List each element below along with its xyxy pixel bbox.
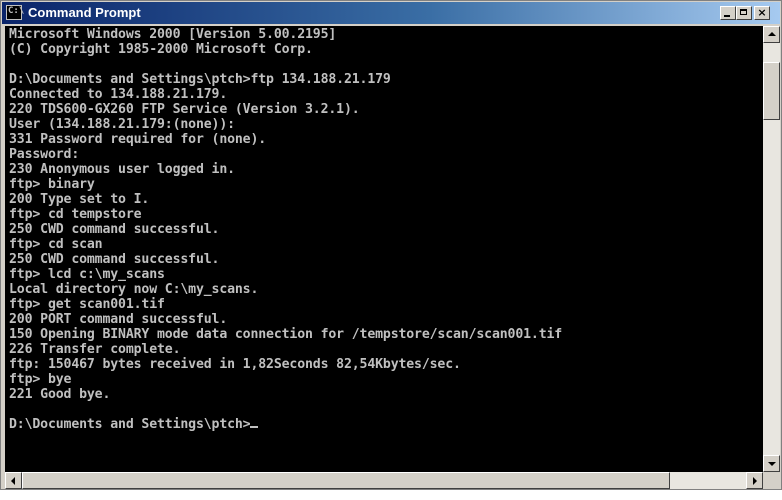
- console-line: User (134.188.21.179:(none)):: [9, 117, 235, 132]
- console-line: 150 Opening BINARY mode data connection …: [9, 327, 563, 342]
- minimize-icon: [724, 15, 730, 17]
- scroll-left-button[interactable]: [5, 472, 22, 489]
- scroll-down-button[interactable]: [763, 455, 780, 472]
- title-bar[interactable]: C:\ Command Prompt ×: [2, 2, 780, 24]
- console-line: 230 Anonymous user logged in.: [9, 162, 235, 177]
- console-line: ftp> get scan001.tif: [9, 297, 165, 312]
- cmd-icon[interactable]: C:\: [6, 5, 25, 20]
- close-button[interactable]: ×: [754, 6, 770, 20]
- arrow-left-icon: [11, 477, 15, 485]
- console-line: 226 Transfer complete.: [9, 342, 181, 357]
- window-title: Command Prompt: [28, 5, 141, 20]
- console-line: ftp> cd tempstore: [9, 207, 142, 222]
- console-line: 200 PORT command successful.: [9, 312, 228, 327]
- text-cursor: [250, 426, 259, 428]
- console-line: ftp> bye: [9, 372, 72, 387]
- maximize-button[interactable]: [736, 6, 752, 20]
- console-line: Password:: [9, 147, 80, 162]
- console-line: ftp: 150467 bytes received in 1,82Second…: [9, 357, 461, 372]
- maximize-icon: [740, 9, 747, 15]
- console-line: 220 TDS600-GX260 FTP Service (Version 3.…: [9, 102, 360, 117]
- console-line: ftp> cd scan: [9, 237, 103, 252]
- console-line: D:\Documents and Settings\ptch>ftp 134.1…: [9, 72, 391, 87]
- arrow-right-icon: [753, 477, 757, 485]
- scroll-right-button[interactable]: [746, 472, 763, 489]
- console-line: (C) Copyright 1985-2000 Microsoft Corp.: [9, 42, 313, 57]
- console-line: Local directory now C:\my_scans.: [9, 282, 259, 297]
- console-line: 250 CWD command successful.: [9, 252, 220, 267]
- size-grip: [763, 472, 780, 489]
- horizontal-scrollbar[interactable]: [5, 472, 763, 489]
- arrow-up-icon: [768, 32, 776, 36]
- console-line: Connected to 134.188.21.179.: [9, 87, 228, 102]
- console-line: 221 Good bye.: [9, 387, 111, 402]
- close-icon: ×: [757, 6, 767, 19]
- console-line: D:\Documents and Settings\ptch>: [9, 417, 259, 432]
- vertical-scrollbar[interactable]: [763, 26, 780, 472]
- scroll-up-button[interactable]: [763, 26, 780, 43]
- console-line: 250 CWD command successful.: [9, 222, 220, 237]
- arrow-down-icon: [768, 462, 776, 466]
- cmd-icon-glyph: C:\: [8, 6, 25, 16]
- horizontal-scroll-thumb[interactable]: [22, 472, 670, 489]
- console-line: ftp> lcd c:\my_scans: [9, 267, 165, 282]
- console-line: 331 Password required for (none).: [9, 132, 267, 147]
- console-line: Microsoft Windows 2000 [Version 5.00.219…: [9, 27, 337, 42]
- console-output[interactable]: Microsoft Windows 2000 [Version 5.00.219…: [5, 26, 763, 472]
- command-prompt-window: C:\ Command Prompt × Microsoft Windows 2…: [0, 0, 782, 490]
- minimize-button[interactable]: [720, 6, 736, 20]
- vertical-scroll-thumb[interactable]: [763, 62, 780, 120]
- console-line: 200 Type set to I.: [9, 192, 150, 207]
- console-line: ftp> binary: [9, 177, 95, 192]
